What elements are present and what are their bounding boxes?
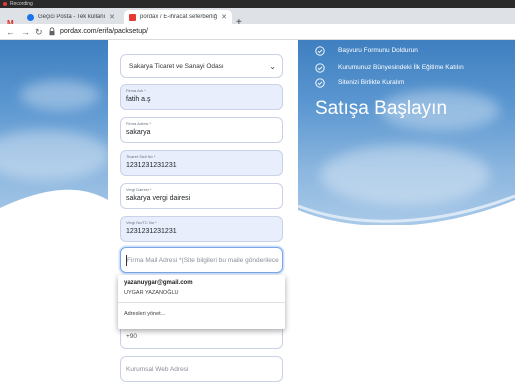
back-icon[interactable]: ←: [6, 25, 15, 39]
tax-number-field[interactable]: Vergi No/TC No * 1231231231231: [120, 216, 283, 242]
step-2-label: Kurumunuz Bünyesindeki İlk Eğitime Katıl…: [338, 64, 464, 71]
reload-icon[interactable]: ↻: [35, 25, 43, 39]
tab-label: Geçici Posta - Tek kullanımlık ev...: [38, 14, 105, 20]
email-field[interactable]: Firma Mail Adresi *(Site bilgileri bu ma…: [120, 247, 283, 273]
field-label: Vergi Dairesi *: [126, 187, 152, 192]
manage-addresses-link[interactable]: Adresleri yönet...: [124, 311, 165, 317]
browser-toolbar: ← → ↻ pordax.com/erifa/packsetup/: [0, 24, 515, 40]
field-label: Vergi No/TC No *: [126, 220, 157, 225]
globe-icon: [27, 13, 34, 21]
website-placeholder: Kurumsal Web Adresi: [126, 366, 189, 373]
check-circle-icon: [315, 78, 325, 88]
tab-temp-mail[interactable]: Geçici Posta - Tek kullanımlık ev... ✕: [22, 10, 120, 24]
check-circle-icon: [315, 63, 325, 73]
tab-pordax[interactable]: pordax / E-ihracat seferberliği ✕: [124, 10, 232, 24]
field-value: fatih a.ş: [126, 96, 151, 103]
recording-label: Recording: [10, 1, 33, 7]
forward-icon[interactable]: →: [21, 25, 30, 39]
tab-label: pordax / E-ihracat seferberliği: [140, 14, 218, 20]
step-1-label: Başvuru Formunu Doldurun: [338, 47, 418, 54]
tab-bar: M Geçici Posta - Tek kullanımlık ev... ✕…: [0, 8, 515, 28]
company-name-field[interactable]: Firma Adı * fatih a.ş: [120, 84, 283, 110]
check-circle-icon: [315, 46, 325, 56]
lock-icon[interactable]: [49, 27, 55, 36]
close-icon[interactable]: ✕: [221, 13, 227, 21]
chamber-select[interactable]: Sakarya Ticaret ve Sanayi Odası ⌄: [120, 54, 283, 78]
close-icon[interactable]: ✕: [109, 13, 115, 21]
chevron-down-icon: ⌄: [269, 62, 276, 71]
trade-registry-field[interactable]: Ticaret Sicil No * 1231231231231: [120, 150, 283, 176]
recording-bar: Recording: [0, 0, 515, 8]
field-value: sakarya vergi dairesi: [126, 195, 191, 202]
step-3-label: Sitenizi Birlikte Kuralım: [338, 79, 405, 86]
address-bar[interactable]: pordax.com/erifa/packsetup/: [60, 26, 148, 38]
page-content: Sakarya Ticaret ve Sanayi Odası ⌄ Firma …: [0, 40, 515, 384]
field-value: sakarya: [126, 129, 151, 136]
field-label: Firma Adresi *: [126, 121, 152, 126]
divider: [118, 302, 285, 303]
page-headline: Satışa Başlayın: [315, 98, 448, 119]
autofill-dropdown: yazanuygar@gmail.com UYGAR YAZANOĞLU Adr…: [118, 275, 285, 329]
recording-dot-icon: [3, 2, 7, 6]
company-address-field[interactable]: Firma Adresi * sakarya: [120, 117, 283, 143]
autofill-name[interactable]: UYGAR YAZANOĞLU: [124, 290, 179, 296]
pordax-logo-icon: [129, 13, 136, 21]
email-placeholder: Firma Mail Adresi *(Site bilgileri bu ma…: [127, 257, 279, 264]
field-label: Firma Adı *: [126, 88, 146, 93]
phone-value: +90: [126, 333, 138, 340]
tax-office-field[interactable]: Vergi Dairesi * sakarya vergi dairesi: [120, 183, 283, 209]
field-value: 1231231231231: [126, 162, 177, 169]
field-value: 1231231231231: [126, 228, 177, 235]
autofill-email[interactable]: yazanuygar@gmail.com: [124, 280, 193, 286]
website-field[interactable]: Kurumsal Web Adresi: [120, 356, 283, 382]
chamber-select-value: Sakarya Ticaret ve Sanayi Odası: [129, 63, 224, 70]
field-label: Ticaret Sicil No *: [126, 154, 156, 159]
